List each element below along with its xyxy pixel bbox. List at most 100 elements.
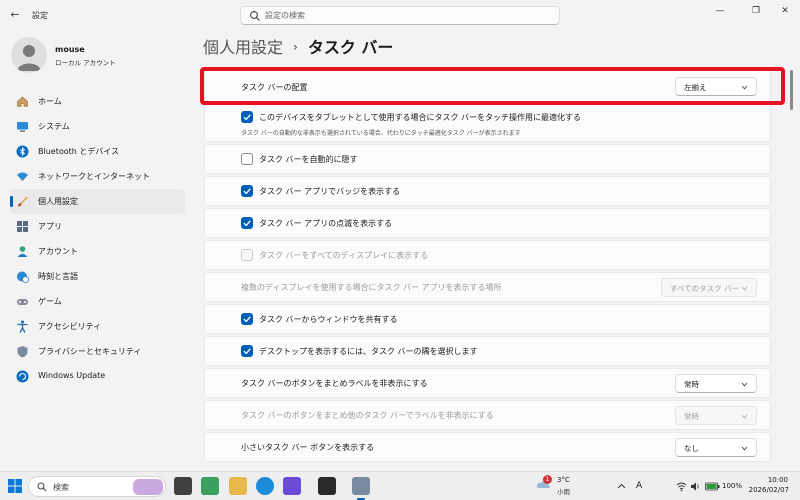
- home-icon: [17, 96, 28, 107]
- setting-share-window: タスク バーからウィンドウを共有する: [204, 304, 771, 334]
- weather-description[interactable]: 小雨: [557, 486, 570, 496]
- checkmark-icon: [243, 114, 251, 121]
- sidebar-item-label: システム: [38, 122, 70, 131]
- multi-display-dropdown: すべてのタスク バー: [661, 278, 757, 297]
- sidebar-item-apps[interactable]: アプリ: [10, 214, 185, 239]
- tablet-checkbox[interactable]: [241, 111, 253, 123]
- maximize-button[interactable]: ❐: [743, 4, 769, 18]
- clock-date[interactable]: 2026/02/07: [745, 486, 789, 494]
- widgets-icon[interactable]: [201, 477, 219, 495]
- sidebar-item-network[interactable]: ネットワークとインターネット: [10, 164, 185, 189]
- sidebar-item-bluetooth[interactable]: Bluetooth とデバイス: [10, 139, 185, 164]
- setting-badges: タスク バー アプリでバッジを表示する: [204, 176, 771, 206]
- ime-indicator[interactable]: A: [636, 481, 642, 491]
- search-highlight-art: [133, 479, 163, 495]
- task-view-icon[interactable]: [174, 477, 192, 495]
- sidebar-item-accounts[interactable]: アカウント: [10, 239, 185, 264]
- sidebar-item-gaming[interactable]: ゲーム: [10, 289, 185, 314]
- setting-label: タスク バーのボタンをまとめラベルを非表示にする: [241, 379, 428, 388]
- weather-badge: 1: [543, 475, 552, 484]
- checkmark-icon: [243, 348, 251, 355]
- store-icon[interactable]: [283, 477, 301, 495]
- brush-icon: [18, 196, 28, 207]
- setting-label: タスク バーからウィンドウを共有する: [259, 315, 398, 324]
- sidebar-item-label: プライバシーとセキュリティ: [38, 347, 142, 356]
- setting-flashing: タスク バー アプリの点滅を表示する: [204, 208, 771, 238]
- bluetooth-icon: [16, 145, 29, 158]
- page-title: タスク バー: [307, 38, 394, 57]
- sidebar-item-system[interactable]: システム: [10, 114, 185, 139]
- dropdown-value: なし: [684, 444, 699, 453]
- breadcrumb-parent[interactable]: 個人用設定: [203, 38, 283, 57]
- scrollbar[interactable]: [790, 70, 793, 110]
- sidebar-item-accessibility[interactable]: アクセシビリティ: [10, 314, 185, 339]
- breadcrumb-separator: ›: [293, 40, 298, 54]
- sidebar-item-label: ホーム: [38, 97, 62, 106]
- battery-percentage: 100%: [722, 482, 743, 490]
- globe-clock-icon: [17, 271, 29, 283]
- setting-auto-hide: タスク バーを自動的に隠す: [204, 144, 771, 174]
- small-buttons-dropdown[interactable]: なし: [675, 438, 757, 457]
- clock-time[interactable]: 10:00: [752, 476, 788, 484]
- account-type: ローカル アカウント: [55, 59, 116, 67]
- taskbar-search[interactable]: 検索: [28, 476, 166, 497]
- chevron-up-icon[interactable]: [616, 481, 627, 492]
- edge-icon[interactable]: [256, 477, 274, 495]
- setting-label: デスクトップを表示するには、タスク バーの隅を選択します: [259, 347, 478, 356]
- sidebar-item-home[interactable]: ホーム: [10, 89, 185, 114]
- share-window-checkbox[interactable]: [241, 313, 253, 325]
- sidebar-item-label: アカウント: [38, 247, 78, 256]
- setting-small-buttons: 小さいタスク バー ボタンを表示する なし: [204, 432, 771, 462]
- file-explorer-icon[interactable]: [229, 477, 247, 495]
- auto-hide-checkbox[interactable]: [241, 153, 253, 165]
- setting-all-displays: タスク バーをすべてのディスプレイに表示する: [204, 240, 771, 270]
- highlight-box: [200, 67, 785, 105]
- setting-label: このデバイスをタブレットとして使用する場合にタスク バーをタッチ操作用に最適化す…: [259, 113, 582, 122]
- setting-combine-buttons: タスク バーのボタンをまとめラベルを非表示にする 常時: [204, 368, 771, 398]
- avatar[interactable]: [11, 37, 47, 73]
- start-button[interactable]: [8, 479, 22, 493]
- battery-icon[interactable]: [705, 481, 720, 492]
- dropdown-value: 常時: [684, 380, 699, 389]
- sidebar-nav: ホーム システム Bluetooth とデバイス ネットワークとインターネット …: [10, 89, 185, 389]
- sidebar-item-personalization[interactable]: 個人用設定: [10, 189, 185, 214]
- sidebar-item-label: アクセシビリティ: [38, 322, 102, 331]
- checkmark-icon: [243, 220, 251, 227]
- sidebar-item-label: Windows Update: [38, 371, 106, 380]
- speaker-icon[interactable]: [690, 481, 701, 492]
- sidebar-item-windows-update[interactable]: Windows Update: [10, 364, 185, 389]
- photos-icon[interactable]: [318, 477, 336, 495]
- minimize-button[interactable]: —: [707, 4, 733, 18]
- weather-temperature[interactable]: 3°C: [557, 476, 570, 484]
- chevron-down-icon: [741, 446, 748, 451]
- setting-label: 小さいタスク バー ボタンを表示する: [241, 443, 375, 452]
- sidebar-item-label: Bluetooth とデバイス: [38, 147, 120, 156]
- search-input[interactable]: [265, 9, 545, 22]
- wifi-icon[interactable]: [676, 481, 687, 492]
- setting-desktop-corner: デスクトップを表示するには、タスク バーの隅を選択します: [204, 336, 771, 366]
- back-button[interactable]: ←: [8, 8, 22, 22]
- sidebar-item-privacy[interactable]: プライバシーとセキュリティ: [10, 339, 185, 364]
- badges-checkbox[interactable]: [241, 185, 253, 197]
- setting-label: タスク バーを自動的に隠す: [259, 155, 358, 164]
- combine-other-dropdown: 常時: [675, 406, 757, 425]
- title-bar: ← 設定 — ❐ ✕: [0, 0, 800, 30]
- settings-search-box[interactable]: [240, 6, 560, 25]
- monitor-icon: [17, 122, 28, 132]
- chevron-down-icon: [741, 414, 748, 419]
- settings-gear-icon[interactable]: [352, 477, 370, 500]
- chevron-down-icon: [741, 382, 748, 387]
- sidebar-item-label: アプリ: [38, 222, 62, 231]
- combine-dropdown[interactable]: 常時: [675, 374, 757, 393]
- setting-label: タスク バーのボタンをまとめ他のタスク バーでラベルを非表示にする: [241, 411, 494, 420]
- gamepad-icon: [17, 299, 28, 305]
- setting-label: 複数のディスプレイを使用する場合にタスク バー アプリを表示する場所: [241, 283, 502, 292]
- account-icon: [17, 246, 28, 257]
- sidebar-item-time-language[interactable]: 時刻と言語: [10, 264, 185, 289]
- flashing-checkbox[interactable]: [241, 217, 253, 229]
- search-icon: [37, 482, 47, 492]
- desktop-corner-checkbox[interactable]: [241, 345, 253, 357]
- dropdown-value: すべてのタスク バー: [670, 284, 740, 293]
- window-title: 設定: [32, 11, 48, 20]
- close-button[interactable]: ✕: [772, 4, 798, 18]
